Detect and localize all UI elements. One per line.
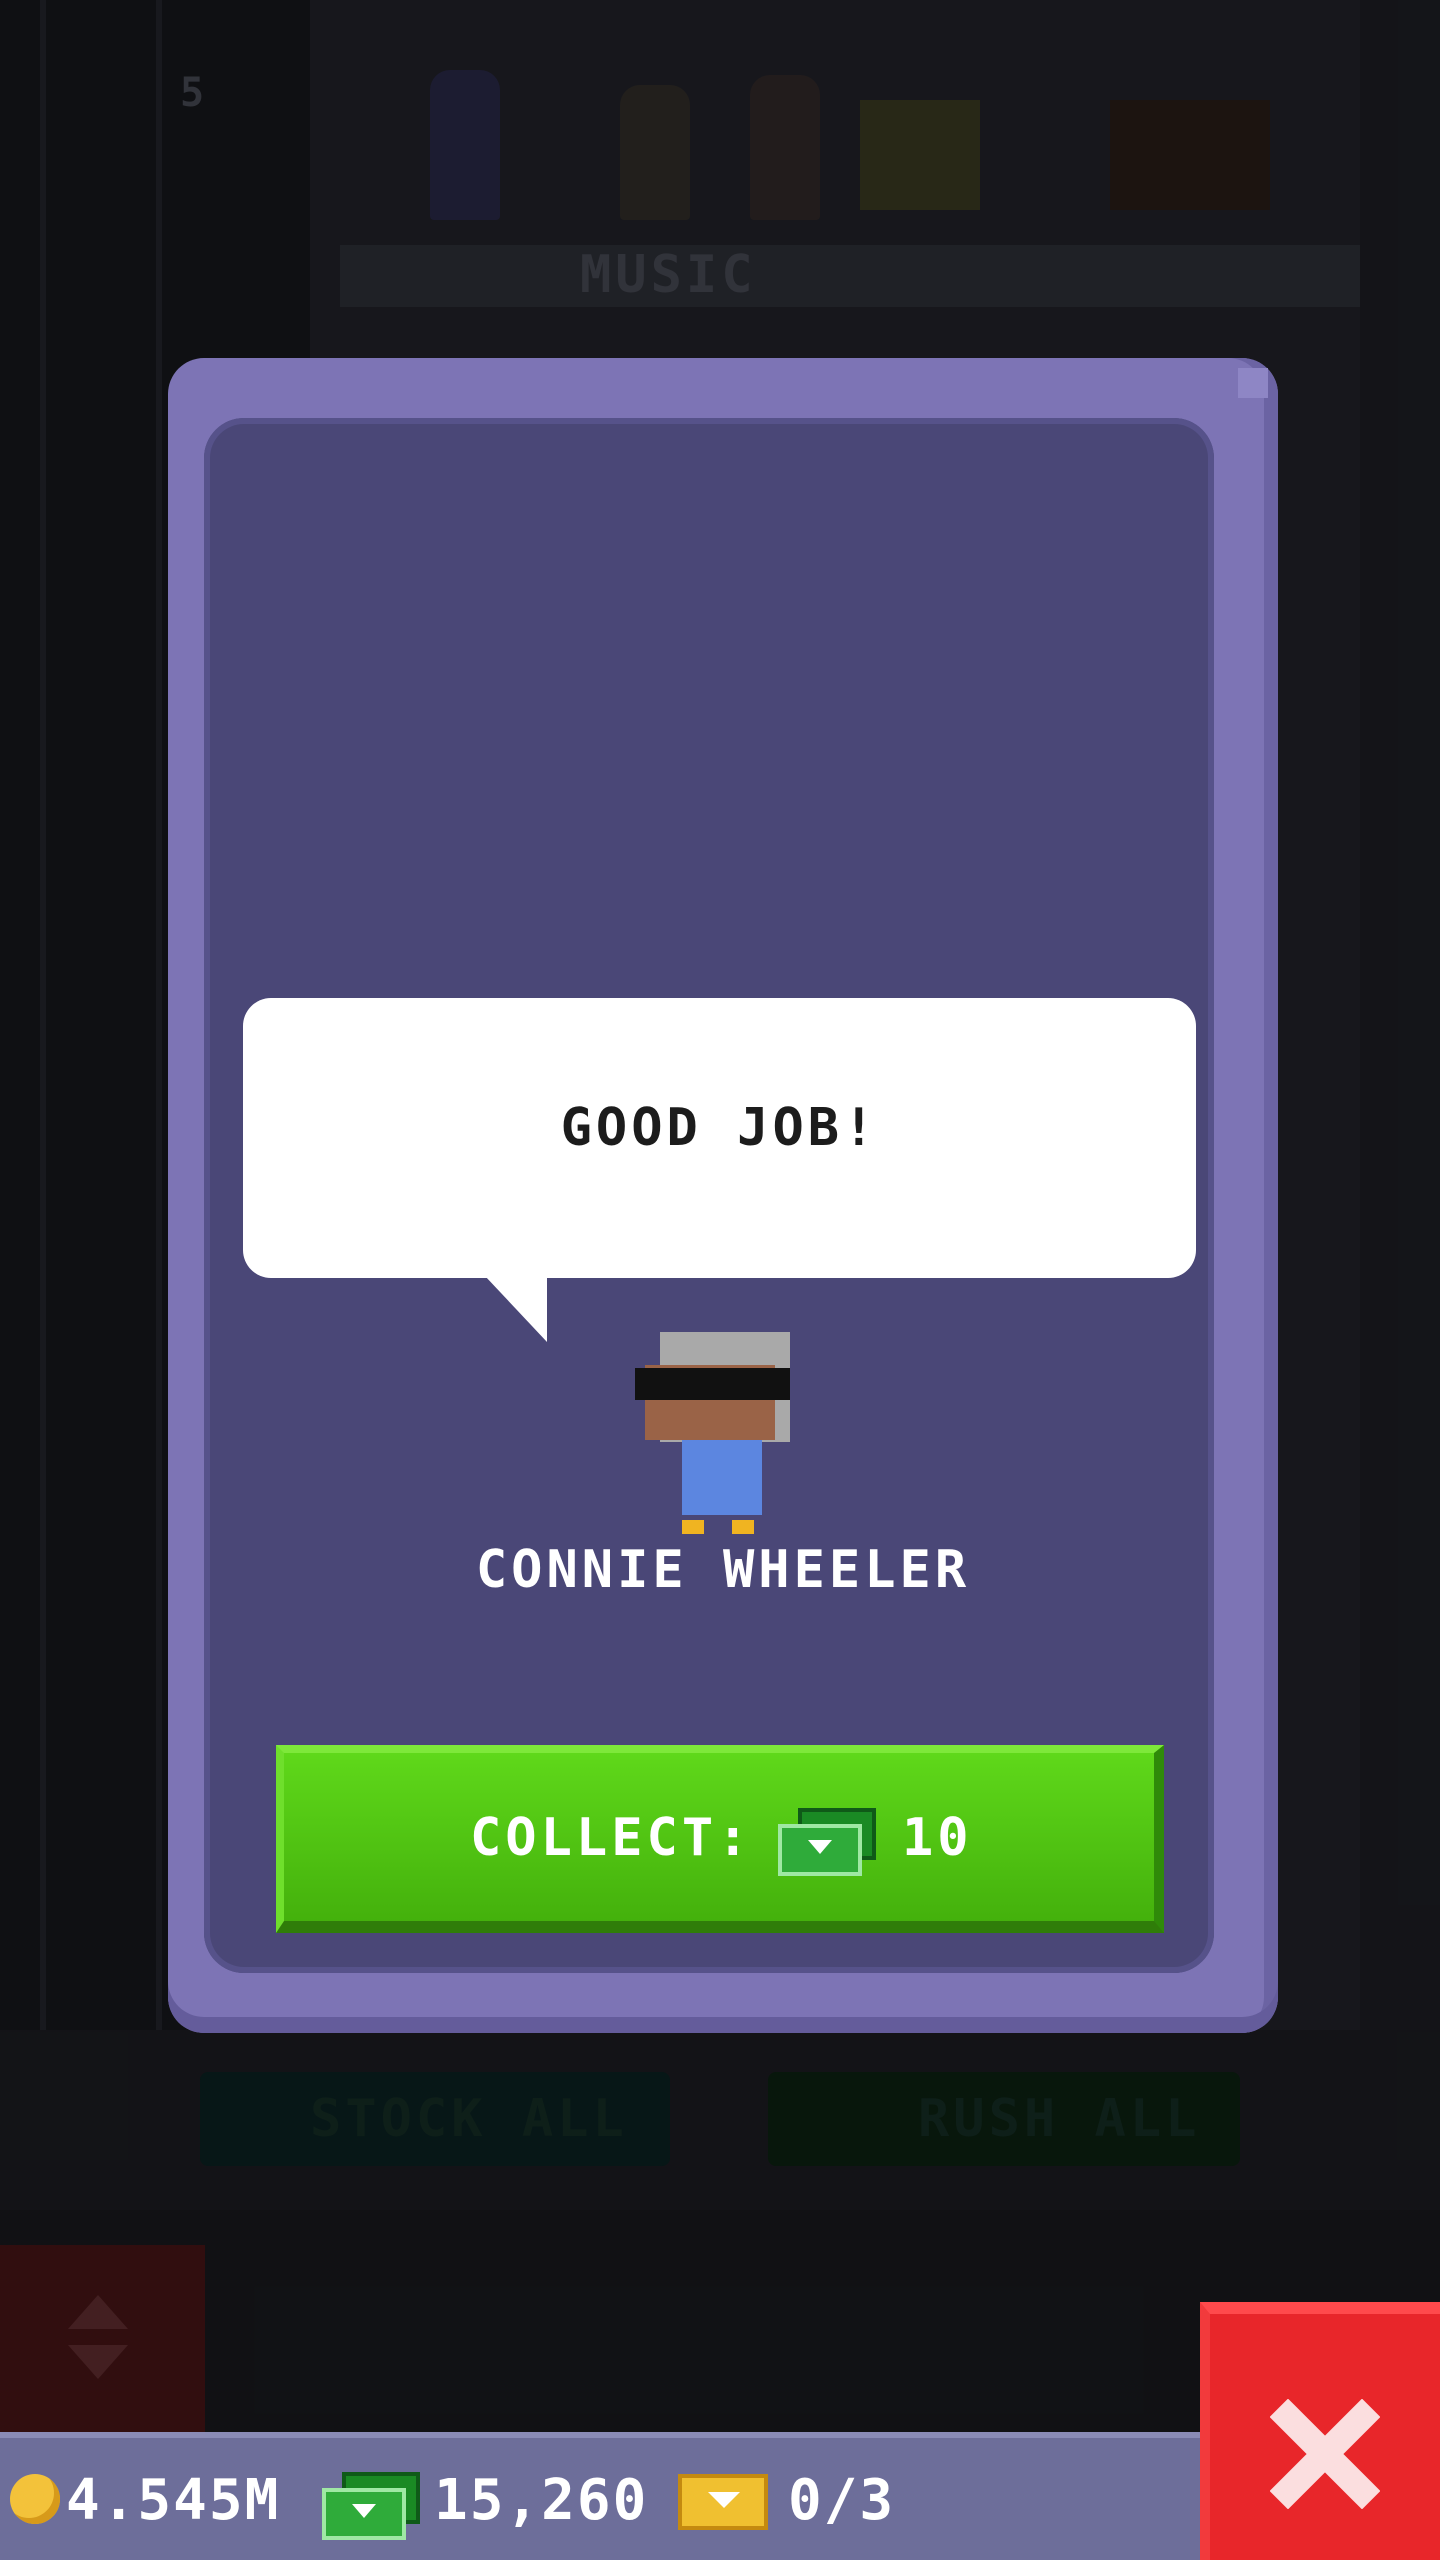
speech-text: GOOD JOB! [560,1098,879,1158]
ticket-icon [678,2474,768,2530]
coins-value: 4.545M [66,2468,281,2533]
collect-amount: 10 [902,1808,973,1868]
sunglasses-icon [635,1368,790,1400]
speech-bubble-tail [485,1276,547,1342]
tickets-value: 0/3 [788,2468,896,2533]
character-shoe [732,1520,754,1534]
bux-icon [778,1808,876,1876]
close-icon [1270,2399,1380,2509]
character-shirt [682,1440,762,1515]
character-shoe [682,1520,704,1534]
bux-value: 15,260 [434,2468,649,2533]
bux-icon [322,2472,420,2540]
dialog-corner [1238,368,1268,398]
coin-icon [10,2474,60,2524]
collect-label: COLLECT: [470,1808,753,1868]
character-name: CONNIE WHEELER [475,1540,971,1600]
close-button[interactable] [1200,2302,1440,2560]
